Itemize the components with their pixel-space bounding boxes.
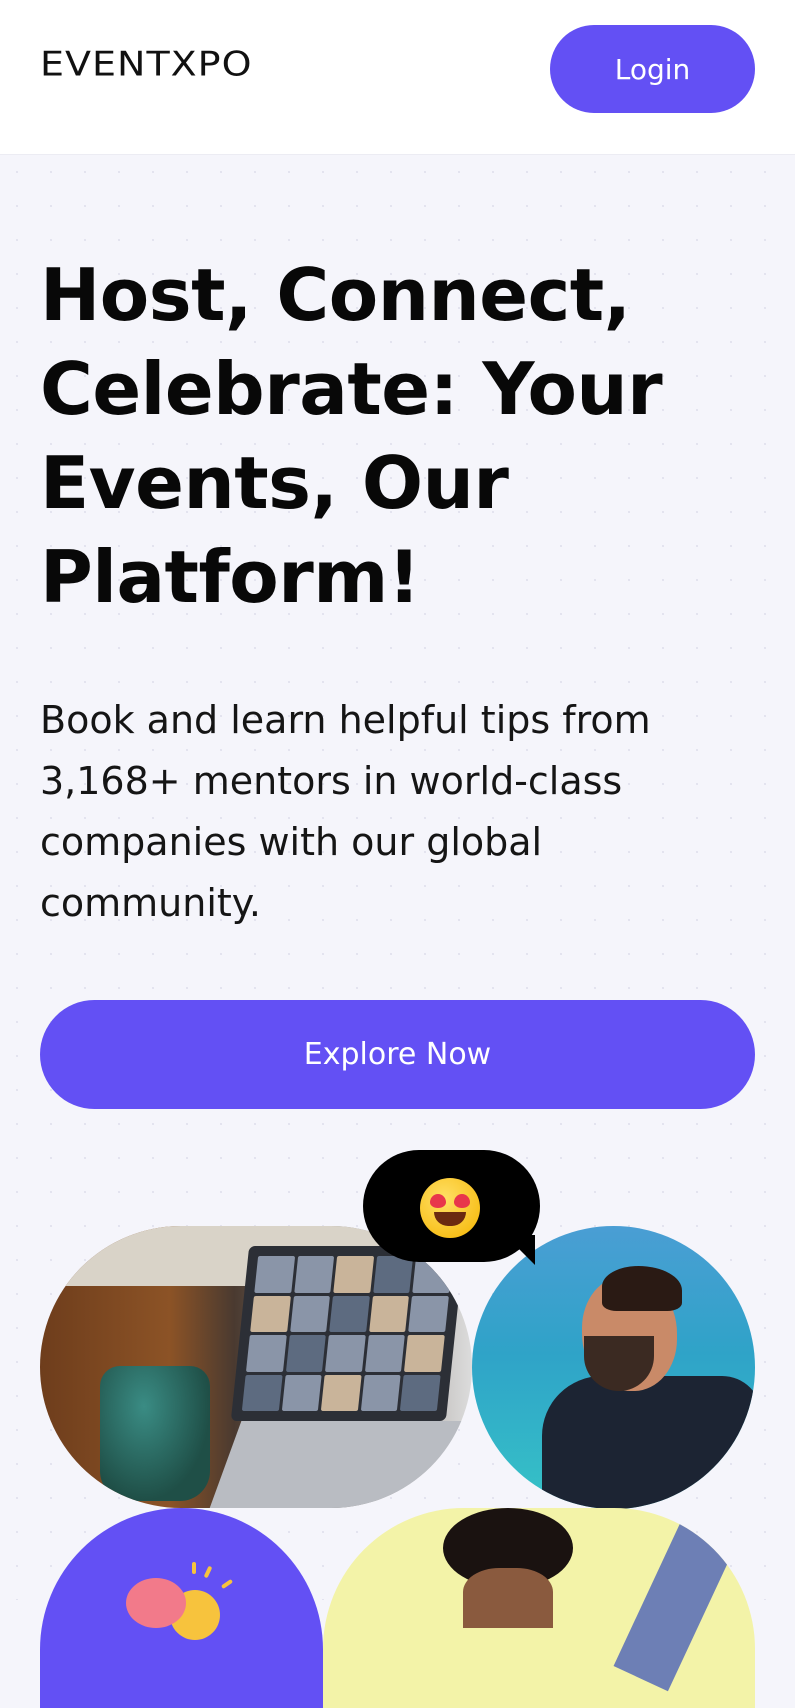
video-grid xyxy=(241,1256,454,1411)
brand-logo[interactable]: EVENTXPO xyxy=(40,44,253,84)
laptop-screen xyxy=(230,1246,465,1421)
hair-shape xyxy=(602,1266,682,1311)
video-call-laptop-image xyxy=(40,1226,472,1508)
laughing-man-image xyxy=(472,1226,755,1509)
hero-headline: Host, Connect, Celebrate: Your Events, O… xyxy=(40,253,663,619)
login-button[interactable]: Login xyxy=(550,25,755,113)
person-portrait-image xyxy=(323,1508,755,1708)
heart-eyes-emoji-icon xyxy=(420,1178,480,1238)
speech-bubble-tail xyxy=(485,1235,535,1265)
shirt-shape xyxy=(542,1376,755,1509)
mug-shape xyxy=(100,1366,210,1501)
explore-now-button[interactable]: Explore Now xyxy=(40,1000,755,1109)
face-shape xyxy=(463,1568,553,1628)
hero-subtext: Book and learn helpful tips from 3,168+ … xyxy=(40,698,651,925)
laptop-keyboard xyxy=(208,1421,472,1508)
top-header: EVENTXPO Login xyxy=(0,0,795,155)
cloud-icon xyxy=(126,1578,186,1628)
